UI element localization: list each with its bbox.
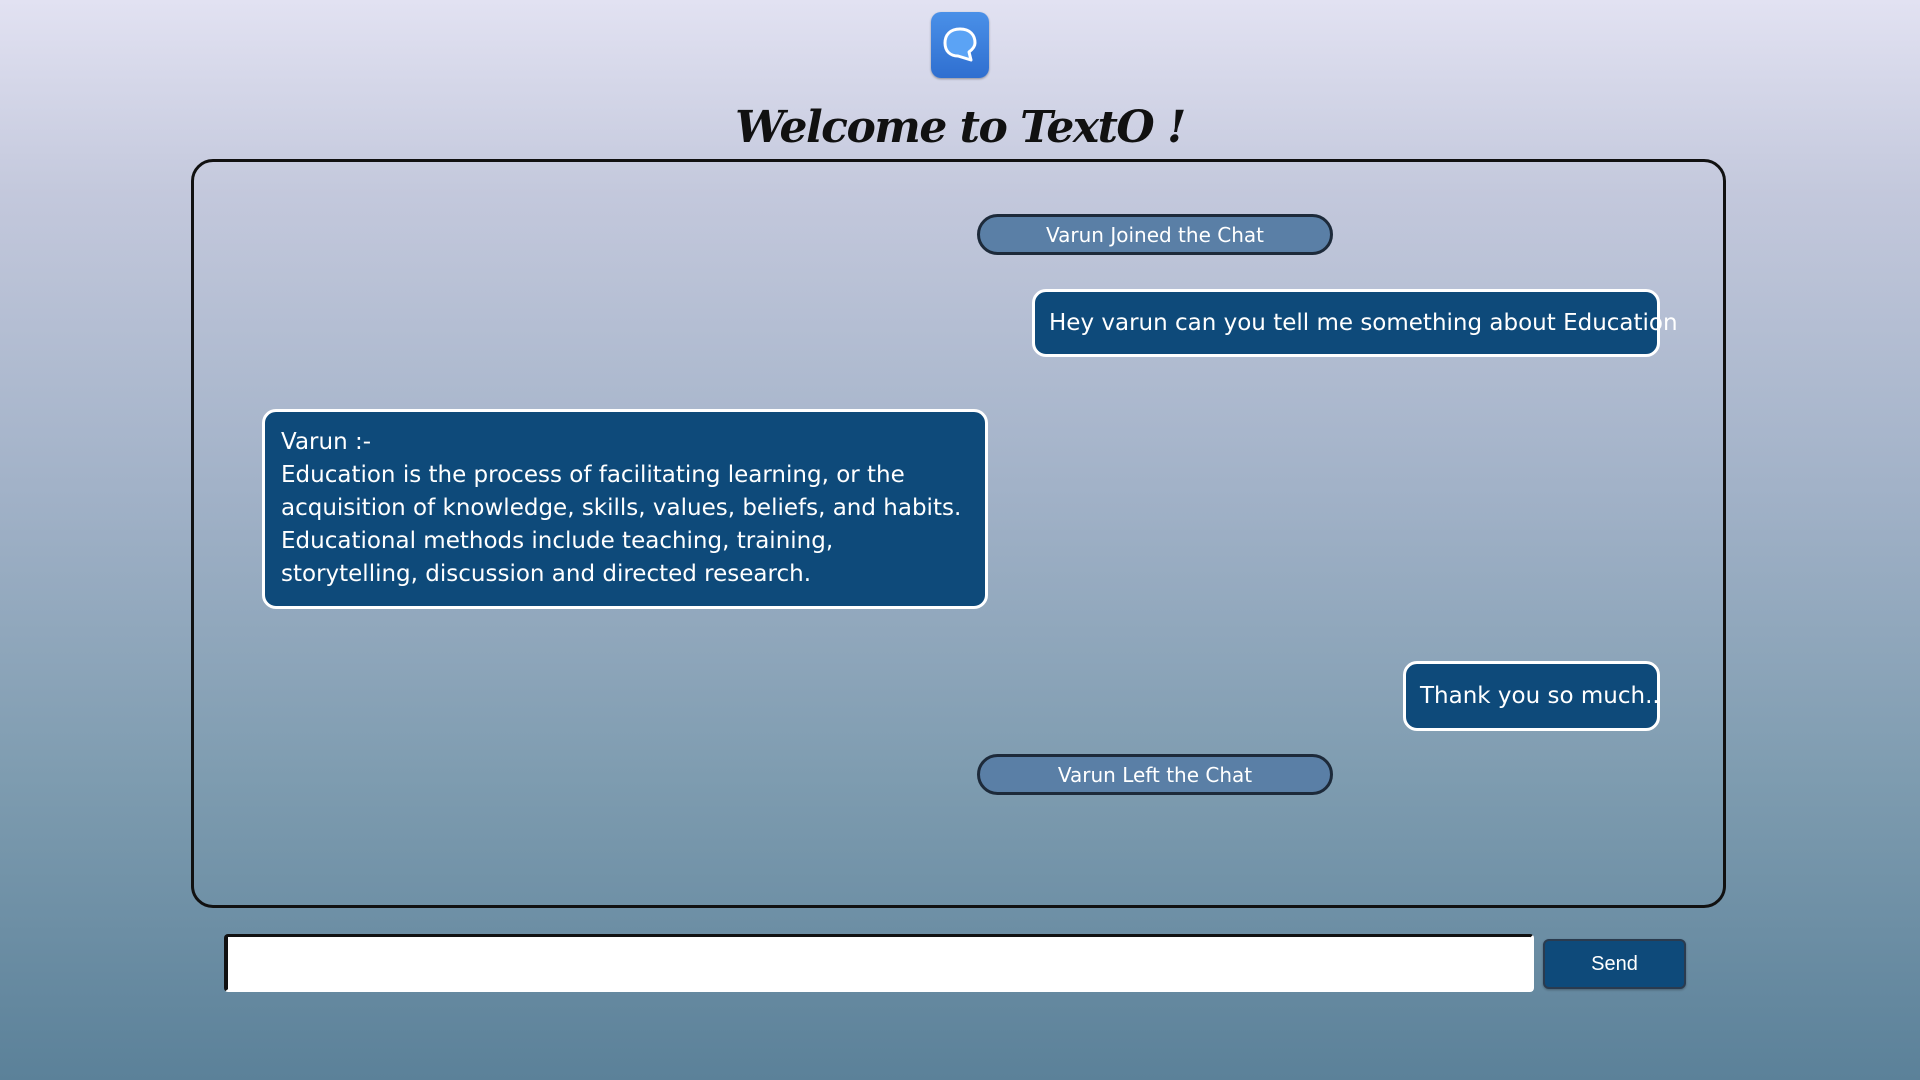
leave-notice: Varun Left the Chat: [977, 754, 1333, 795]
message-incoming: Varun :- Education is the process of fac…: [262, 409, 988, 609]
join-notice: Varun Joined the Chat: [977, 214, 1333, 255]
message-input[interactable]: [224, 934, 1534, 992]
page-title: Welcome to TextO !: [735, 102, 1186, 153]
message-text: Hey varun can you tell me something abou…: [1049, 309, 1678, 336]
app-logo: [931, 12, 989, 78]
send-button[interactable]: Send: [1543, 939, 1686, 989]
chat-window[interactable]: Varun Joined the Chat Hey varun can you …: [191, 159, 1726, 908]
message-text: Education is the process of facilitating…: [281, 462, 962, 587]
message-text: Thank you so much..: [1420, 682, 1660, 709]
message-sender: Varun :-: [281, 429, 372, 455]
message-outgoing: Thank you so much..: [1403, 661, 1660, 731]
chat-bubble-icon: [943, 27, 977, 62]
message-outgoing: Hey varun can you tell me something abou…: [1032, 289, 1678, 357]
